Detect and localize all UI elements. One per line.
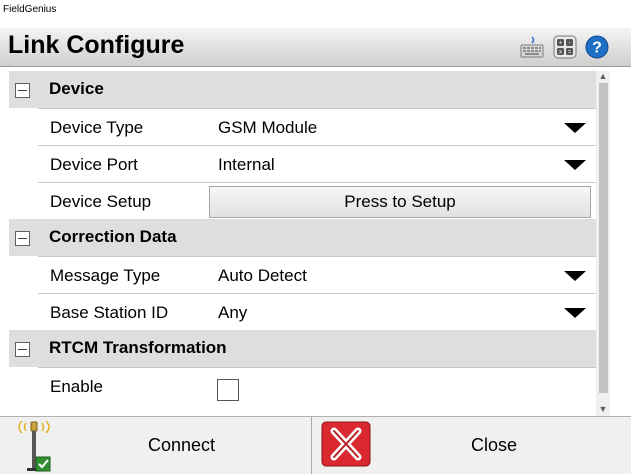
page-title: Link Configure [8,31,185,59]
property-name: Device Port [50,155,138,174]
title-bar: Link Configure + - x = ? [0,28,631,67]
vertical-scrollbar[interactable]: ▲ ▼ [596,71,610,416]
device-type-dropdown[interactable]: GSM Module [207,108,596,146]
section-label: Correction Data [49,227,177,246]
collapse-toggle[interactable] [9,330,38,367]
scroll-thumb[interactable] [599,83,608,393]
svg-text:+: + [559,41,563,47]
property-row-device-port: Device Port Internal [9,145,596,183]
dropdown-arrow-icon[interactable] [564,160,586,170]
close-label: Close [471,435,518,455]
section-header-device: Device [9,71,596,108]
property-row-enable: Enable [9,367,596,405]
collapse-toggle[interactable] [9,219,38,256]
property-value: Auto Detect [218,266,307,285]
keyboard-icon[interactable] [520,35,544,59]
property-row-message-type: Message Type Auto Detect [9,256,596,294]
app-caption: FieldGenius [3,4,57,15]
scroll-up-icon[interactable]: ▲ [597,71,609,81]
property-name: Enable [50,377,103,396]
antenna-connect-icon [18,420,51,472]
property-name: Base Station ID [50,303,169,322]
svg-text:-: - [569,41,571,47]
connect-label: Connect [148,435,216,455]
svg-text:?: ? [592,40,602,57]
collapse-toggle[interactable] [9,71,38,108]
enable-checkbox[interactable] [217,379,239,401]
dropdown-arrow-icon[interactable] [564,123,586,133]
close-button[interactable]: Close [312,417,631,474]
dropdown-arrow-icon[interactable] [564,271,586,281]
device-port-dropdown[interactable]: Internal [207,145,596,183]
section-header-rtcm-transformation: RTCM Transformation [9,330,596,367]
section-label: Device [49,79,104,98]
base-station-id-dropdown[interactable]: Any [207,293,596,331]
connect-button[interactable]: Connect [0,417,311,474]
property-value: Any [218,303,248,322]
help-icon[interactable]: ? [585,35,609,59]
section-header-correction-data: Correction Data [9,219,596,256]
svg-text:x: x [559,50,562,56]
section-label: RTCM Transformation [49,338,227,357]
scroll-down-icon[interactable]: ▼ [597,404,609,414]
press-to-setup-button[interactable]: Press to Setup [209,186,591,218]
property-row-device-type: Device Type GSM Module [9,108,596,146]
property-name: Message Type [50,266,161,285]
property-value: Internal [218,155,275,174]
close-icon [321,421,371,467]
message-type-dropdown[interactable]: Auto Detect [207,256,596,294]
property-name: Device Type [50,118,144,137]
property-row-base-station-id: Base Station ID Any [9,293,596,331]
dropdown-arrow-icon[interactable] [564,308,586,318]
property-value: GSM Module [218,118,318,137]
property-grid: Device Device Type GSM Module Device Por… [9,71,596,416]
bottom-toolbar: Connect Close [0,416,631,474]
property-name: Device Setup [50,192,152,211]
property-row-device-setup: Device Setup Press to Setup [9,182,596,220]
svg-text:=: = [568,50,572,56]
calculator-icon[interactable]: + - x = [553,35,577,59]
